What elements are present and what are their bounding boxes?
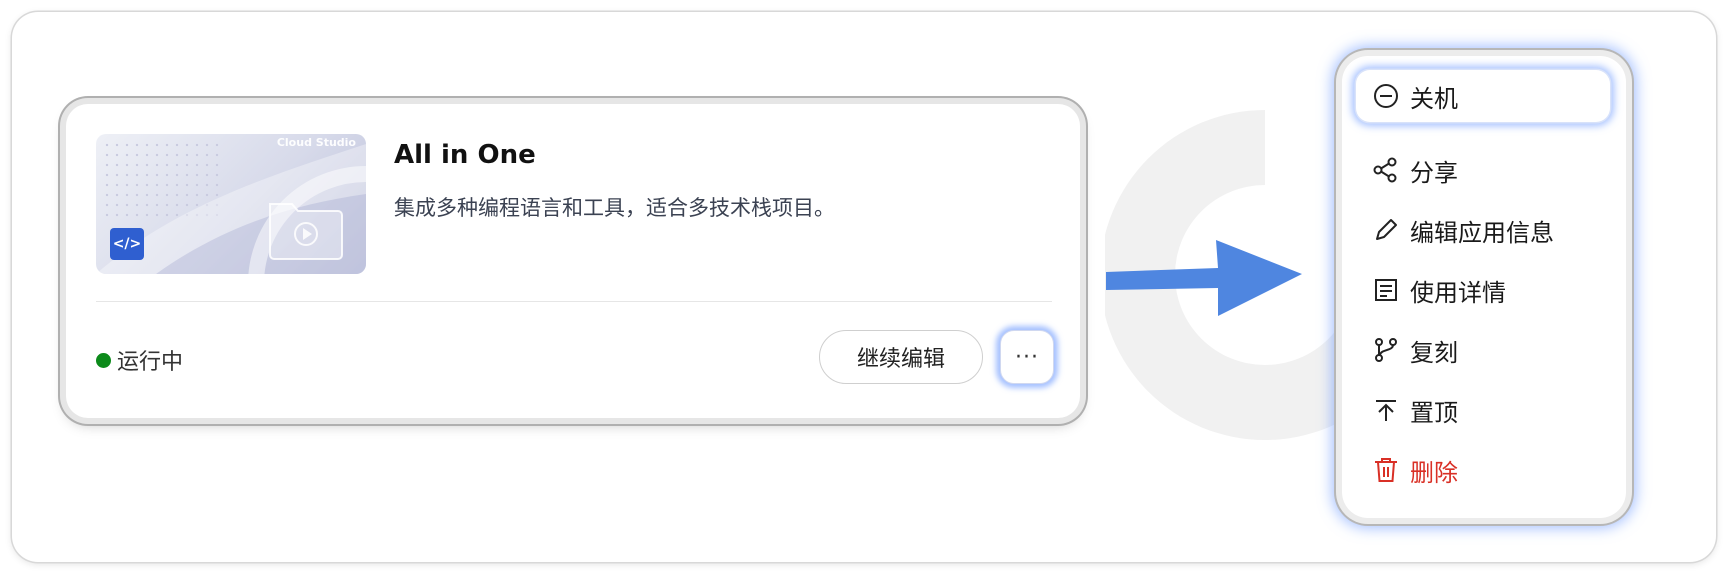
trash-icon — [1372, 456, 1400, 484]
menu-item-edit-info[interactable]: 编辑应用信息 — [1356, 204, 1610, 256]
more-options-button[interactable]: ··· — [1000, 330, 1054, 384]
power-off-icon — [1372, 82, 1400, 110]
menu-item-label: 删除 — [1410, 458, 1458, 487]
app-title: All in One — [394, 140, 536, 170]
app-description: 集成多种编程语言和工具，适合多技术栈项目。 — [394, 196, 835, 220]
context-menu: 关机 分享 编辑应用信息 使用详情 复刻 置顶 删除 — [1342, 56, 1626, 518]
share-icon — [1372, 156, 1400, 184]
menu-item-fork[interactable]: 复刻 — [1356, 324, 1610, 376]
pencil-icon — [1372, 216, 1400, 244]
status-dot — [96, 352, 111, 368]
fork-icon — [1372, 336, 1400, 364]
menu-item-delete[interactable]: 删除 — [1356, 444, 1610, 496]
continue-edit-button[interactable]: 继续编辑 — [819, 330, 983, 384]
menu-item-share[interactable]: 分享 — [1356, 144, 1610, 196]
menu-item-label: 编辑应用信息 — [1410, 218, 1554, 247]
menu-item-usage-details[interactable]: 使用详情 — [1356, 264, 1610, 316]
app-thumbnail: Cloud Studio </> — [96, 134, 366, 274]
menu-item-shutdown[interactable]: 关机 — [1356, 70, 1610, 122]
status-label: 运行中 — [117, 350, 184, 375]
document-icon — [1372, 276, 1400, 304]
menu-item-label: 复刻 — [1410, 338, 1458, 367]
pin-top-icon — [1372, 396, 1400, 424]
menu-item-label: 分享 — [1410, 158, 1458, 187]
menu-item-label: 置顶 — [1410, 398, 1458, 427]
arrow-right-icon — [1106, 240, 1302, 316]
menu-item-label: 使用详情 — [1410, 278, 1506, 307]
menu-item-pin-top[interactable]: 置顶 — [1356, 384, 1610, 436]
code-icon: </> — [110, 228, 144, 260]
folder-play-icon — [269, 203, 343, 260]
menu-item-label: 关机 — [1410, 84, 1458, 113]
card-divider — [96, 301, 1052, 302]
status-indicator: 运行中 — [96, 344, 183, 376]
thumbnail-brand-text: Cloud Studio — [276, 136, 356, 149]
app-card[interactable]: Cloud Studio </> All in One 集成多种编程语言和工具，… — [66, 104, 1080, 418]
